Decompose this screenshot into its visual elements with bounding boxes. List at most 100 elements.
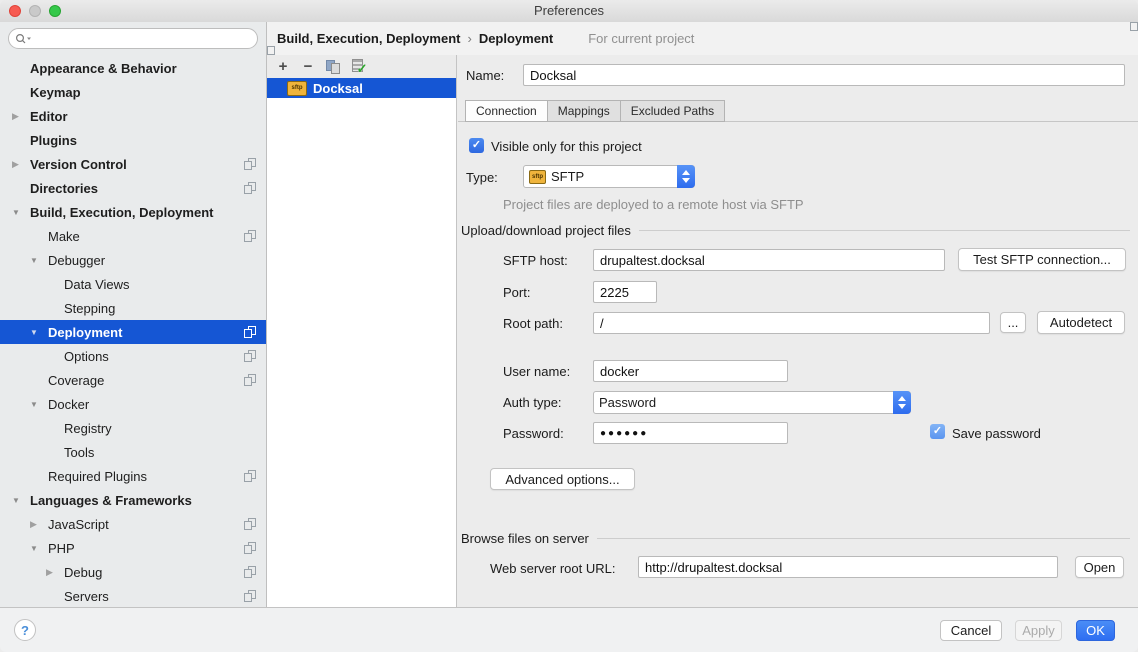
- sidebar-item-servers[interactable]: Servers: [0, 584, 266, 608]
- breadcrumb-section[interactable]: Build, Execution, Deployment: [277, 31, 460, 46]
- browse-root-path-button[interactable]: ...: [1000, 312, 1026, 333]
- breadcrumb-separator-icon: ›: [467, 31, 471, 46]
- web-root-input[interactable]: [638, 556, 1058, 578]
- expanded-arrow-icon[interactable]: ▼: [12, 208, 30, 217]
- open-url-button[interactable]: Open: [1075, 556, 1124, 578]
- search-field[interactable]: [8, 28, 258, 49]
- project-settings-icon: [244, 470, 256, 482]
- user-name-label: User name:: [503, 364, 570, 379]
- sidebar-item-plugins[interactable]: Plugins: [0, 128, 266, 152]
- sidebar-item-stepping[interactable]: Stepping: [0, 296, 266, 320]
- ok-button[interactable]: OK: [1076, 620, 1115, 641]
- project-settings-icon: [244, 182, 256, 194]
- type-select[interactable]: sftp SFTP: [523, 165, 695, 188]
- name-input[interactable]: [523, 64, 1125, 86]
- title-bar: Preferences: [0, 0, 1138, 23]
- sidebar-item-coverage[interactable]: Coverage: [0, 368, 266, 392]
- sidebar-item-data-views[interactable]: Data Views: [0, 272, 266, 296]
- expanded-arrow-icon[interactable]: ▼: [30, 256, 48, 265]
- search-input[interactable]: [33, 31, 257, 47]
- project-settings-icon: [244, 566, 256, 578]
- dropdown-stepper-icon: [893, 391, 911, 414]
- tab-excluded-paths[interactable]: Excluded Paths: [620, 100, 725, 122]
- test-sftp-connection-button[interactable]: Test SFTP connection...: [958, 248, 1126, 271]
- sidebar-item-languages-frameworks[interactable]: ▼Languages & Frameworks: [0, 488, 266, 512]
- user-name-input[interactable]: [593, 360, 788, 382]
- project-settings-icon: [244, 158, 256, 170]
- use-as-default-icon: ✓: [351, 59, 366, 74]
- root-path-input[interactable]: [593, 312, 990, 334]
- sidebar-item-options[interactable]: Options: [0, 344, 266, 368]
- sidebar-item-make[interactable]: Make: [0, 224, 266, 248]
- use-as-default-button[interactable]: ✓: [350, 59, 366, 75]
- dropdown-stepper-icon: [677, 165, 695, 188]
- type-label: Type:: [466, 170, 498, 185]
- auth-type-label: Auth type:: [503, 395, 562, 410]
- name-label: Name:: [466, 68, 504, 83]
- sidebar-item-debugger[interactable]: ▼Debugger: [0, 248, 266, 272]
- expanded-arrow-icon[interactable]: ▼: [30, 328, 48, 337]
- deployment-form: Name: Connection Mappings Excluded Paths…: [458, 55, 1138, 607]
- advanced-options-button[interactable]: Advanced options...: [490, 468, 635, 490]
- project-settings-icon: [244, 326, 256, 338]
- collapsed-arrow-icon[interactable]: ▶: [12, 111, 30, 122]
- cancel-button[interactable]: Cancel: [940, 620, 1002, 641]
- settings-sidebar: Appearance & Behavior Keymap ▶Editor Plu…: [0, 22, 267, 607]
- server-list-item[interactable]: sftp Docksal: [267, 78, 456, 98]
- collapsed-arrow-icon[interactable]: ▶: [12, 159, 30, 170]
- sidebar-item-tools[interactable]: Tools: [0, 440, 266, 464]
- server-list-panel: + − ✓ sftp Docksal: [267, 55, 457, 607]
- sidebar-item-docker[interactable]: ▼Docker: [0, 392, 266, 416]
- save-password-checkbox[interactable]: ✓: [930, 424, 945, 439]
- copy-server-button[interactable]: [325, 59, 341, 75]
- tab-mappings[interactable]: Mappings: [547, 100, 621, 122]
- add-server-button[interactable]: +: [275, 59, 291, 75]
- password-input[interactable]: [593, 422, 788, 444]
- breadcrumb-page[interactable]: Deployment: [479, 31, 553, 46]
- sftp-icon: sftp: [529, 170, 546, 184]
- sidebar-item-build-execution-deployment[interactable]: ▼Build, Execution, Deployment: [0, 200, 266, 224]
- sidebar-item-javascript[interactable]: ▶JavaScript: [0, 512, 266, 536]
- project-settings-icon: [244, 350, 256, 362]
- type-value: SFTP: [551, 169, 584, 184]
- expanded-arrow-icon[interactable]: ▼: [12, 496, 30, 505]
- sidebar-item-required-plugins[interactable]: Required Plugins: [0, 464, 266, 488]
- sidebar-item-php-debug[interactable]: ▶Debug: [0, 560, 266, 584]
- sftp-host-input[interactable]: [593, 249, 945, 271]
- project-settings-icon: [571, 33, 583, 45]
- browse-section-title: Browse files on server: [461, 531, 589, 546]
- collapsed-arrow-icon[interactable]: ▶: [46, 567, 64, 578]
- apply-button[interactable]: Apply: [1015, 620, 1062, 641]
- port-label: Port:: [503, 285, 530, 300]
- upload-section-header: Upload/download project files: [461, 223, 1130, 238]
- project-settings-icon: [244, 374, 256, 386]
- sidebar-item-editor[interactable]: ▶Editor: [0, 104, 266, 128]
- sidebar-item-deployment[interactable]: ▼Deployment: [0, 320, 266, 344]
- visible-project-label: Visible only for this project: [491, 139, 642, 154]
- collapsed-arrow-icon[interactable]: ▶: [30, 519, 48, 530]
- server-list-toolbar: + − ✓: [267, 55, 456, 78]
- root-path-label: Root path:: [503, 316, 563, 331]
- breadcrumb: Build, Execution, Deployment › Deploymen…: [267, 22, 1138, 55]
- tab-bar: Connection Mappings Excluded Paths: [465, 100, 725, 122]
- port-input[interactable]: [593, 281, 657, 303]
- help-button[interactable]: ?: [14, 619, 36, 641]
- settings-tree: Appearance & Behavior Keymap ▶Editor Plu…: [0, 56, 266, 608]
- sidebar-item-version-control[interactable]: ▶Version Control: [0, 152, 266, 176]
- sidebar-item-appearance-behavior[interactable]: Appearance & Behavior: [0, 56, 266, 80]
- sidebar-item-keymap[interactable]: Keymap: [0, 80, 266, 104]
- sidebar-item-php[interactable]: ▼PHP: [0, 536, 266, 560]
- expanded-arrow-icon[interactable]: ▼: [30, 544, 48, 553]
- upload-section-title: Upload/download project files: [461, 223, 631, 238]
- auth-type-select[interactable]: Password: [593, 391, 911, 414]
- autodetect-button[interactable]: Autodetect: [1037, 311, 1125, 334]
- project-settings-icon: [244, 542, 256, 554]
- tab-connection[interactable]: Connection: [465, 100, 548, 122]
- sidebar-item-directories[interactable]: Directories: [0, 176, 266, 200]
- expanded-arrow-icon[interactable]: ▼: [30, 400, 48, 409]
- sidebar-item-registry[interactable]: Registry: [0, 416, 266, 440]
- remove-server-button[interactable]: −: [300, 59, 316, 75]
- sftp-icon: sftp: [287, 81, 307, 96]
- visible-project-checkbox[interactable]: ✓: [469, 138, 484, 153]
- server-name: Docksal: [313, 81, 363, 96]
